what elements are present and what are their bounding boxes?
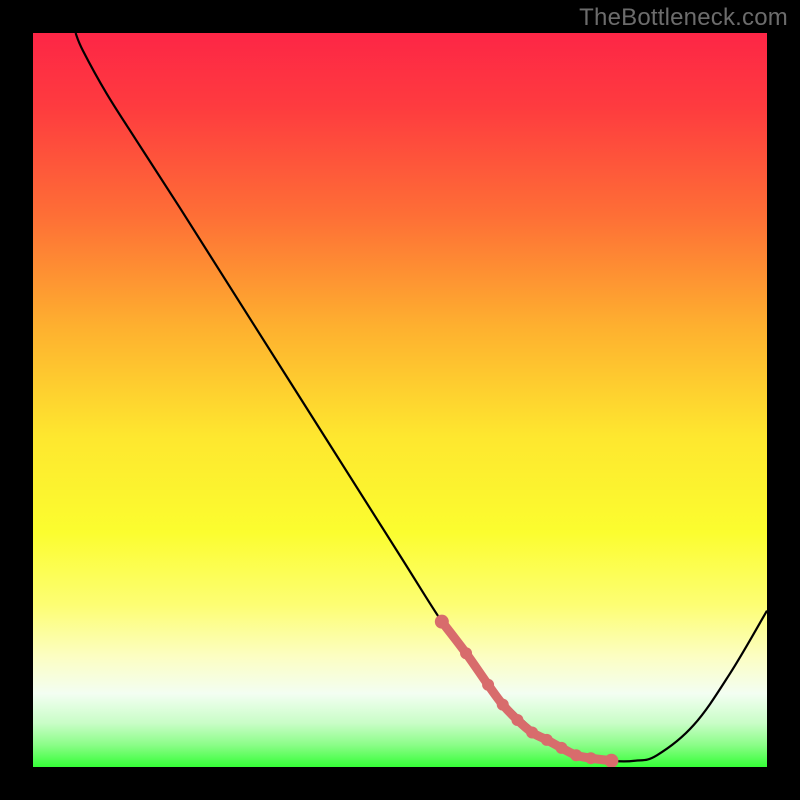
chart-svg [33, 33, 767, 767]
highlight-dot [511, 714, 523, 726]
highlight-dot [482, 679, 494, 691]
highlight-dot [570, 749, 582, 761]
highlight-dot [541, 734, 553, 746]
chart-frame: TheBottleneck.com [0, 0, 800, 800]
highlight-dot [555, 742, 567, 754]
highlight-dot [435, 615, 449, 629]
highlight-dot [585, 752, 597, 764]
highlight-dot [460, 647, 472, 659]
plot-area [33, 33, 767, 767]
highlight-dot [497, 699, 509, 711]
gradient-background [33, 33, 767, 767]
highlight-dot [526, 727, 538, 739]
watermark-text: TheBottleneck.com [579, 4, 788, 32]
